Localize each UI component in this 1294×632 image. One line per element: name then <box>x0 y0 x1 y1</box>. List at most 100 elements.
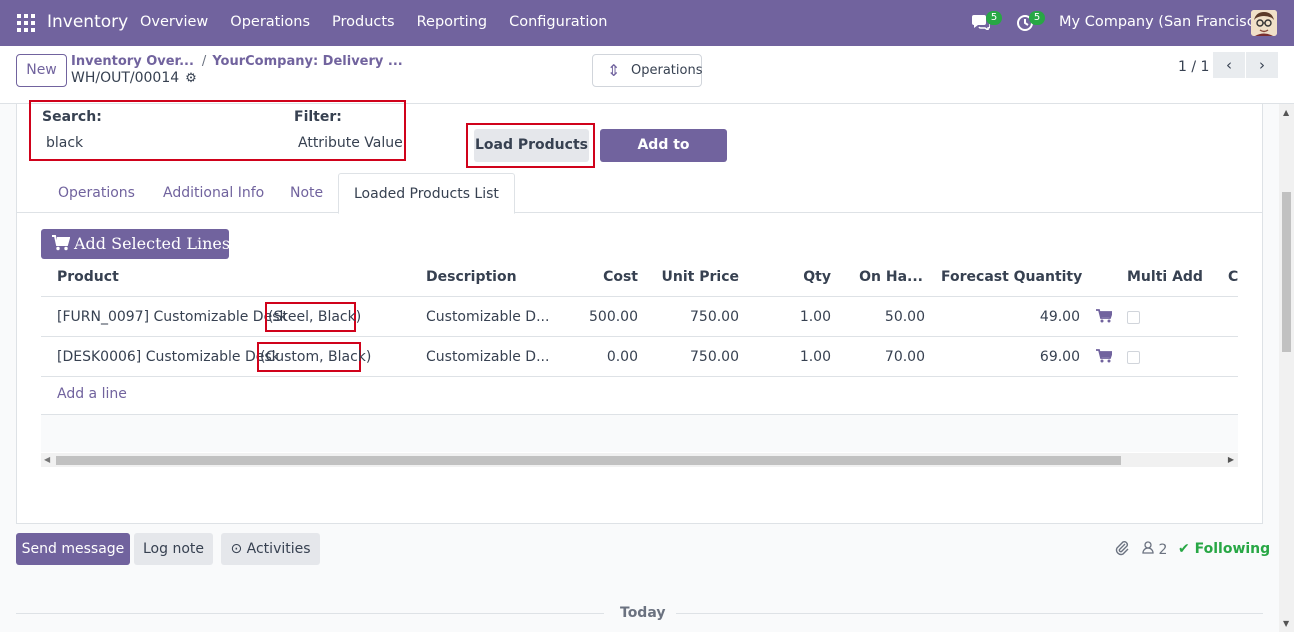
on-hand: 50.00 <box>884 309 925 325</box>
following-label: Following <box>1194 541 1271 557</box>
menu-item-operations[interactable]: Operations <box>230 14 310 30</box>
column-header-product[interactable]: Product <box>57 259 119 296</box>
add-to-products-button[interactable]: Add to Products <box>600 129 727 186</box>
filter-select[interactable]: Attribute Value <box>298 135 403 151</box>
tab-additional-info[interactable]: Additional Info <box>163 173 264 213</box>
tab-note[interactable]: Note <box>290 173 323 213</box>
qty: 1.00 <box>799 349 831 365</box>
paperclip-icon[interactable] <box>1114 540 1130 560</box>
log-note-button[interactable]: Log note <box>134 533 213 565</box>
cost: 0.00 <box>606 349 638 365</box>
followers-count: 2 <box>1158 542 1168 558</box>
cart-icon <box>52 235 70 251</box>
column-header-forecast-quantity[interactable]: Forecast Quantity <box>941 259 1082 296</box>
description: Customizable D... <box>426 349 550 365</box>
pager-next-button[interactable]: › <box>1246 52 1278 78</box>
divider <box>676 613 1263 614</box>
scroll-up-icon[interactable]: ▲ <box>1283 108 1289 117</box>
messages-count-badge: 5 <box>986 11 1002 25</box>
tab-loaded-products-list[interactable]: Loaded Products List <box>338 173 515 214</box>
followers-button[interactable]: 2 <box>1142 541 1167 558</box>
menu-item-products[interactable]: Products <box>332 14 395 30</box>
pager-previous-button[interactable]: ‹ <box>1213 52 1245 78</box>
qty: 1.00 <box>799 309 831 325</box>
main-menu: Overview Operations Products Reporting C… <box>140 14 629 30</box>
activities-button[interactable]: ⊙ Activities <box>221 533 320 565</box>
search-label: Search: <box>42 109 102 125</box>
chevron-left-icon: ‹ <box>1226 56 1232 74</box>
apps-menu-icon[interactable] <box>17 14 35 32</box>
new-button[interactable]: New <box>16 54 67 87</box>
breadcrumb-delivery[interactable]: YourCompany: Delivery ... <box>212 54 402 69</box>
operations-smart-button-label: Operations <box>631 63 703 78</box>
user-avatar-icon <box>1251 10 1277 36</box>
product-name: [DESK0006] Customizable Desk <box>57 349 280 365</box>
tab-operations[interactable]: Operations <box>58 173 135 213</box>
loaded-products-table: Product Description Cost Unit Price Qty … <box>41 259 1238 467</box>
column-header-description[interactable]: Description <box>426 259 517 296</box>
scroll-down-icon[interactable]: ▼ <box>1283 619 1289 628</box>
person-icon <box>1142 541 1158 558</box>
multi-add-checkbox[interactable] <box>1127 351 1140 364</box>
unit-price: 750.00 <box>690 349 739 365</box>
company-switcher[interactable]: My Company (San Francisco) <box>1059 14 1269 30</box>
column-header-truncated[interactable]: C <box>1228 259 1238 296</box>
up-down-arrows-icon: ⇕ <box>607 61 621 80</box>
product-name: [FURN_0097] Customizable Desk <box>57 309 288 325</box>
scroll-left-icon[interactable]: ◀ <box>44 455 50 464</box>
user-avatar[interactable] <box>1251 10 1277 36</box>
activities-label: Activities <box>246 541 311 557</box>
product-variant: (Steel, Black) <box>268 309 362 325</box>
cart-icon[interactable] <box>1096 308 1112 324</box>
record-reference: WH/OUT/00014 <box>71 70 180 86</box>
unit-price: 750.00 <box>690 309 739 325</box>
column-header-unit-price[interactable]: Unit Price <box>649 259 739 296</box>
forecast-quantity: 49.00 <box>1039 309 1080 325</box>
table-row[interactable]: [FURN_0097] Customizable Desk (Steel, Bl… <box>41 296 1238 336</box>
table-row[interactable]: [DESK0006] Customizable Desk (Custom, Bl… <box>41 336 1238 376</box>
app-name[interactable]: Inventory <box>47 12 128 32</box>
table-footer-row <box>41 414 1238 452</box>
scroll-right-icon[interactable]: ▶ <box>1228 455 1234 464</box>
breadcrumb-inventory-overview[interactable]: Inventory Over... <box>71 54 194 69</box>
activities-count-badge: 5 <box>1029 11 1045 25</box>
menu-item-configuration[interactable]: Configuration <box>509 14 607 30</box>
horizontal-scrollbar[interactable]: ◀ ▶ <box>41 453 1238 467</box>
control-panel: New Inventory Over... / YourCompany: Deliv… <box>0 46 1294 104</box>
pager-value[interactable]: 1 / 1 <box>1178 59 1209 75</box>
add-line-row <box>41 376 1238 414</box>
column-header-cost[interactable]: Cost <box>568 259 638 296</box>
add-a-line-link[interactable]: Add a line <box>57 386 127 402</box>
vertical-scrollbar-thumb[interactable] <box>1282 192 1291 352</box>
breadcrumb: Inventory Over... / YourCompany: Delivery … <box>71 54 403 69</box>
search-input[interactable]: black <box>46 135 83 151</box>
add-selected-lines-label: Add Selected Lines <box>74 234 231 253</box>
description: Customizable D... <box>426 309 550 325</box>
forecast-quantity: 69.00 <box>1039 349 1080 365</box>
horizontal-scrollbar-thumb[interactable] <box>56 456 1121 465</box>
breadcrumb-separator: / <box>201 54 207 69</box>
check-icon: ✔ <box>1178 541 1190 557</box>
cost: 500.00 <box>589 309 638 325</box>
record-name: WH/OUT/00014 ⚙ <box>71 70 197 86</box>
filter-label: Filter: <box>294 109 342 125</box>
date-separator-today: Today <box>620 605 666 621</box>
multi-add-checkbox[interactable] <box>1127 311 1140 324</box>
column-header-multi-add[interactable]: Multi Add <box>1127 259 1203 296</box>
menu-item-reporting[interactable]: Reporting <box>417 14 488 30</box>
add-selected-lines-button[interactable]: Add Selected Lines <box>41 229 231 259</box>
on-hand: 70.00 <box>884 349 925 365</box>
menu-item-overview[interactable]: Overview <box>140 14 208 30</box>
cart-icon[interactable] <box>1096 348 1112 364</box>
load-products-button[interactable]: Load Products <box>474 129 589 162</box>
column-header-qty[interactable]: Qty <box>771 259 831 296</box>
clock-icon: ⊙ <box>230 541 243 557</box>
product-variant: (Custom, Black) <box>260 349 372 365</box>
notebook-tabs: Operations Additional Info Note Loaded P… <box>17 173 1262 214</box>
gear-icon[interactable]: ⚙ <box>185 71 197 86</box>
send-message-button[interactable]: Send message <box>16 533 130 565</box>
operations-smart-button[interactable]: ⇕ Operations <box>592 54 702 87</box>
column-header-on-hand[interactable]: On Ha... <box>851 259 923 296</box>
following-button[interactable]: ✔ Following <box>1178 541 1270 557</box>
vertical-scrollbar[interactable]: ▲ ▼ <box>1279 104 1294 632</box>
